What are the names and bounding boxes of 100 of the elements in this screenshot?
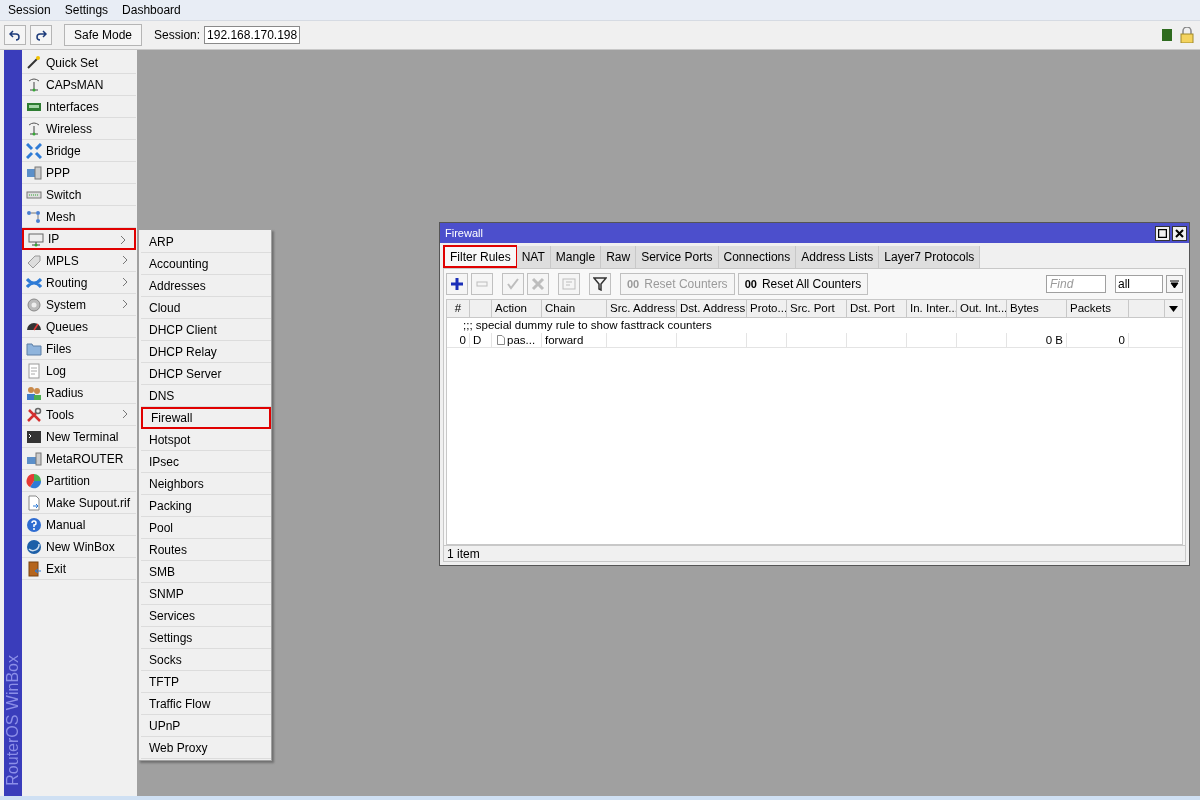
menu-item[interactable]: Dashboard (122, 1, 181, 19)
window-title: Firewall (445, 225, 484, 241)
submenu-item[interactable]: Routes (141, 539, 271, 561)
sidebar-item[interactable]: Wireless (22, 118, 136, 140)
column-header[interactable]: Src. Address (607, 300, 677, 317)
submenu-item[interactable]: Settings (141, 627, 271, 649)
sidebar-item[interactable]: Log (22, 360, 136, 382)
rule-comment: ;;; special dummy rule to show fasttrack counters (462, 318, 713, 333)
submenu-item[interactable]: Firewall (141, 407, 271, 429)
tab[interactable]: Layer7 Protocols (879, 246, 981, 268)
tab[interactable]: Filter Rules (443, 245, 517, 268)
table-cell: 0 (459, 334, 466, 346)
item-icon (26, 450, 42, 467)
undo-icon (9, 29, 21, 41)
column-header[interactable]: Packets (1067, 300, 1129, 317)
sidebar-item[interactable]: Mesh (22, 206, 136, 228)
safe-mode-button[interactable]: Safe Mode (64, 24, 143, 46)
column-header[interactable]: Dst. Address (677, 300, 747, 317)
tab[interactable]: Connections (718, 246, 797, 268)
submenu-item[interactable]: DHCP Server (141, 363, 271, 385)
maximize-button[interactable] (1155, 225, 1170, 241)
sidebar-item[interactable]: CAPsMAN (22, 74, 136, 96)
submenu-item[interactable]: SMB (141, 561, 271, 583)
tab[interactable]: Service Ports (636, 246, 719, 268)
column-header[interactable]: # (447, 300, 470, 317)
sidebar-item[interactable]: Interfaces (22, 96, 136, 118)
sidebar-item[interactable]: Queues (22, 316, 136, 338)
tab[interactable]: Raw (601, 246, 637, 268)
item-icon (26, 494, 42, 511)
sidebar-item[interactable]: MetaROUTER (22, 448, 136, 470)
add-button[interactable] (446, 273, 468, 295)
submenu-item[interactable]: DHCP Client (141, 319, 271, 341)
item-icon (26, 252, 42, 269)
sidebar-item[interactable]: New WinBox (22, 536, 136, 558)
submenu-item[interactable]: IPsec (141, 451, 271, 473)
undo-button[interactable] (4, 25, 26, 45)
sidebar-item[interactable]: Radius (22, 382, 136, 404)
sidebar-item[interactable]: System (22, 294, 136, 316)
redo-button[interactable] (30, 25, 52, 45)
submenu-item[interactable]: Hotspot (141, 429, 271, 451)
item-icon (26, 208, 42, 225)
submenu-item[interactable]: Packing (141, 495, 271, 517)
maximize-icon (1158, 228, 1167, 238)
sidebar-item[interactable]: PPP (22, 162, 136, 184)
filter-select[interactable]: all (1115, 275, 1163, 293)
submenu-item[interactable]: Accounting (141, 253, 271, 275)
column-header[interactable]: Src. Port (787, 300, 847, 317)
submenu-item[interactable]: Neighbors (141, 473, 271, 495)
submenu-item[interactable]: Traffic Flow (141, 693, 271, 715)
sidebar-item[interactable]: Routing (22, 272, 136, 294)
sidebar-item[interactable]: Partition (22, 470, 136, 492)
dropdown-button[interactable] (1166, 275, 1183, 293)
session-field[interactable]: 192.168.170.198 (204, 26, 301, 44)
tab[interactable]: NAT (516, 246, 551, 268)
column-header[interactable]: Bytes (1007, 300, 1067, 317)
side-banner-text: RouterOS WinBox (3, 655, 22, 786)
submenu-item[interactable]: Web Proxy (141, 737, 271, 759)
sidebar-item[interactable]: New Terminal (22, 426, 136, 448)
submenu-item[interactable]: DHCP Relay (141, 341, 271, 363)
filter-button[interactable] (589, 273, 611, 295)
submenu-item[interactable]: SNMP (141, 583, 271, 605)
sidebar-item[interactable]: Files (22, 338, 136, 360)
item-icon (26, 164, 42, 181)
filter-icon (593, 277, 607, 291)
submenu-item[interactable]: ARP (141, 231, 271, 253)
menu-item[interactable]: Settings (64, 1, 109, 19)
sidebar-item[interactable]: Switch (22, 184, 136, 206)
item-icon (26, 428, 42, 445)
submenu-item[interactable]: Cloud (141, 297, 271, 319)
sidebar-item[interactable]: MPLS (22, 250, 136, 272)
sidebar-item[interactable]: Bridge (22, 140, 136, 162)
column-header[interactable]: Dst. Port (847, 300, 907, 317)
menu-item[interactable]: Session (8, 1, 51, 19)
item-icon (26, 384, 42, 401)
sidebar-item[interactable]: Quick Set (22, 52, 136, 74)
submenu-item[interactable]: UPnP (141, 715, 271, 737)
note-icon (562, 277, 576, 291)
column-header[interactable]: Chain (542, 300, 607, 317)
submenu-item[interactable]: Pool (141, 517, 271, 539)
tab[interactable]: Mangle (550, 246, 602, 268)
tab[interactable]: Address Lists (796, 246, 880, 268)
submenu-item[interactable]: TFTP (141, 671, 271, 693)
submenu-item[interactable]: Addresses (141, 275, 271, 297)
column-header[interactable]: Action (492, 300, 542, 317)
column-header[interactable]: Proto... (747, 300, 787, 317)
status-indicator-icon (1162, 29, 1172, 41)
submenu-item[interactable]: Socks (141, 649, 271, 671)
sidebar-item[interactable]: Exit (22, 558, 136, 580)
sidebar-item[interactable]: Tools (22, 404, 136, 426)
item-icon (26, 560, 42, 577)
sidebar-item[interactable]: IP (22, 228, 136, 250)
submenu-item[interactable]: Services (141, 605, 271, 627)
sidebar-item[interactable]: Make Supout.rif (22, 492, 136, 514)
item-icon (28, 231, 44, 247)
find-field[interactable]: Find (1046, 275, 1106, 293)
close-button[interactable] (1172, 225, 1187, 241)
table-cell: forward (545, 334, 584, 346)
column-header[interactable]: Out. Int... (957, 300, 1007, 317)
sidebar-item[interactable]: Manual (22, 514, 136, 536)
reset-counters-button[interactable]: 00 Reset All Counters (737, 273, 869, 295)
